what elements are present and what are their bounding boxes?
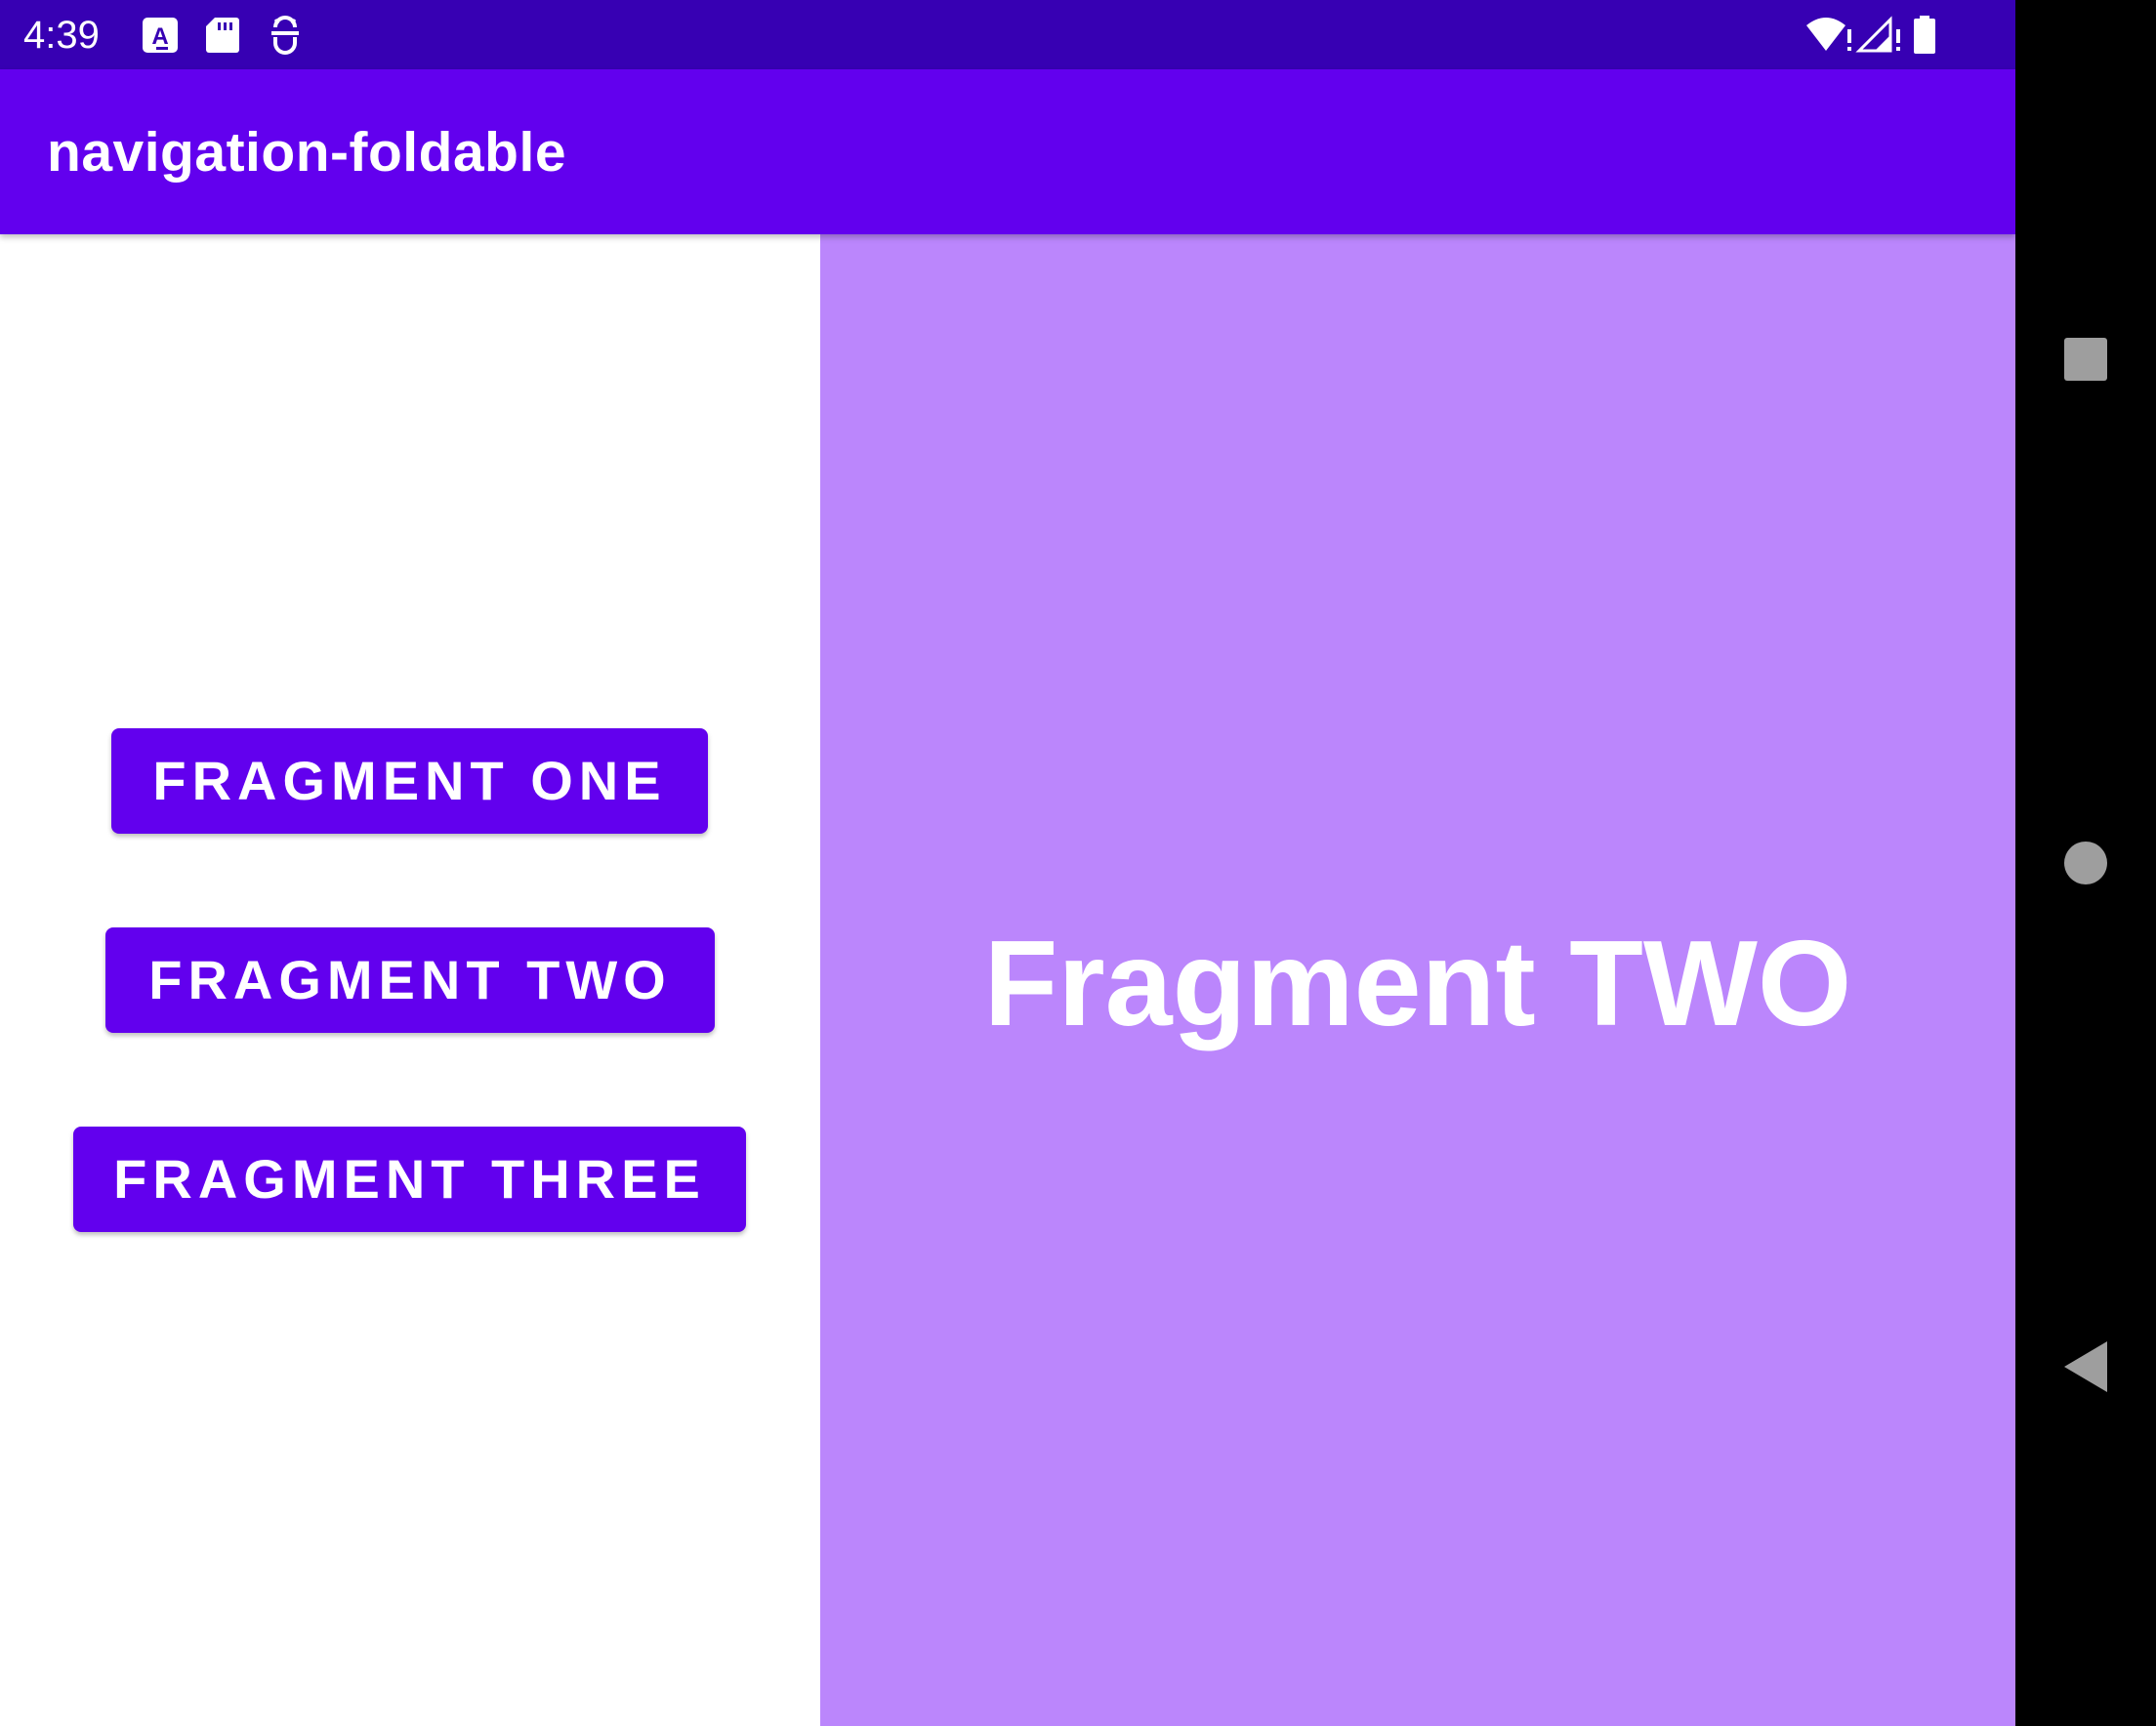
home-circle-icon[interactable] <box>2054 832 2117 894</box>
svg-text:A: A <box>151 23 168 50</box>
status-time: 4:39 <box>23 14 100 57</box>
wifi-alert-icon <box>1804 14 1853 57</box>
detail-title: Fragment TWO <box>983 917 1852 1051</box>
back-triangle-icon[interactable] <box>2054 1336 2117 1398</box>
app-title: navigation-foldable <box>47 121 567 184</box>
fragment-one-button[interactable]: FRAGMENT ONE <box>111 728 708 834</box>
battery-icon <box>1910 14 1939 57</box>
status-bar: 4:39 A <box>0 0 2015 69</box>
sd-card-icon <box>201 14 244 57</box>
app-bar: navigation-foldable <box>0 69 2015 234</box>
device-screen: 4:39 A navigation-foldable FRAGMENT ONE … <box>0 0 2015 1726</box>
navigation-bar <box>2015 0 2156 1726</box>
debug-icon <box>264 14 307 57</box>
fragment-two-button[interactable]: FRAGMENT TWO <box>105 927 715 1033</box>
fragment-three-button[interactable]: FRAGMENT THREE <box>73 1127 746 1232</box>
signal-alert-icon <box>1855 14 1904 57</box>
detail-pane: Fragment TWO <box>820 234 2015 1726</box>
recents-square-icon[interactable] <box>2054 328 2117 390</box>
accessibility-a-icon: A <box>139 14 182 57</box>
list-pane: FRAGMENT ONE FRAGMENT TWO FRAGMENT THREE <box>0 234 820 1726</box>
